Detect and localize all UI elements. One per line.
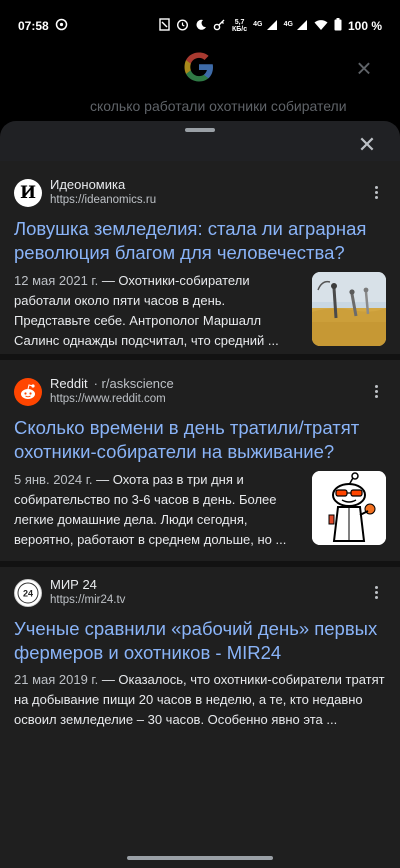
result-snippet: 12 мая 2021 г. — Охотники-собиратели раб… — [14, 271, 298, 351]
result-date: 21 мая 2019 г. — [14, 672, 99, 687]
alarm-icon — [176, 18, 189, 34]
more-options-icon[interactable] — [368, 182, 384, 202]
result-snippet: 5 янв. 2024 г. — Охота раз в три дня и с… — [14, 470, 298, 550]
ideanomics-favicon-icon: И — [14, 178, 42, 207]
results-bottom-sheet: ✕ И Идеономика https://ideanomics.ru Лов… — [0, 121, 400, 868]
source-url: https://ideanomics.ru — [50, 194, 157, 206]
result-source[interactable]: 24 МИР 24 https://mir24.tv — [14, 577, 125, 608]
close-icon[interactable]: ✕ — [355, 133, 379, 157]
gesture-navigation-bar[interactable] — [127, 856, 273, 860]
key-icon — [213, 18, 226, 34]
lte-label-2: 4G — [283, 20, 293, 28]
reddit-favicon-icon — [14, 377, 42, 406]
search-result[interactable]: 24 МИР 24 https://mir24.tv Ученые сравни… — [0, 567, 400, 868]
signal-2-icon: 4G — [284, 19, 308, 34]
more-options-icon[interactable] — [368, 582, 384, 602]
close-search-icon[interactable]: × — [352, 55, 376, 81]
result-date: 5 янв. 2024 г. — [14, 472, 93, 487]
result-date: 12 мая 2021 г. — [14, 273, 99, 288]
status-time: 07:58 — [18, 19, 49, 33]
more-options-icon[interactable] — [368, 381, 384, 401]
network-speed: 5,7 КБ/с — [232, 19, 247, 33]
signal-1-icon: 4G — [253, 19, 277, 34]
net-speed-value: 5,7 — [234, 19, 245, 26]
result-snippet: 21 мая 2019 г. — Оказалось, что охотники… — [14, 670, 386, 730]
result-source[interactable]: Reddit · r/askscience https://www.reddit.… — [14, 376, 174, 407]
source-url: https://mir24.tv — [50, 594, 126, 606]
source-name: Идеономика — [50, 177, 126, 192]
reddit-snoo-scientist-thumbnail[interactable] — [312, 471, 386, 545]
source-url: https://www.reddit.com — [50, 393, 166, 405]
result-title[interactable]: Ловушка земледелия: стала ли аграрная ре… — [14, 217, 386, 265]
result-title[interactable]: Сколько времени в день тратили/тратят ох… — [14, 416, 386, 464]
favicon-letter: 24 — [23, 588, 33, 598]
wifi-icon — [314, 19, 328, 34]
net-speed-unit: КБ/с — [232, 26, 248, 33]
mir24-favicon-icon: 24 — [14, 578, 42, 607]
battery-icon — [334, 18, 342, 34]
assistant-icon — [55, 18, 68, 34]
source-name: МИР 24 — [50, 577, 97, 592]
nfc-icon — [159, 18, 170, 34]
search-result[interactable]: Reddit · r/askscience https://www.reddit.… — [0, 360, 400, 561]
wheat-field-painting-thumbnail[interactable] — [312, 272, 386, 346]
result-title[interactable]: Ученые сравнили «рабочий день» первых фе… — [14, 617, 386, 665]
status-bar: 07:58 5,7 КБ/с 4G 4G 100 % — [0, 0, 400, 52]
search-result[interactable]: И Идеономика https://ideanomics.ru Ловуш… — [0, 161, 400, 354]
drag-handle[interactable] — [185, 128, 215, 132]
battery-percent: 100 % — [347, 19, 382, 33]
source-name: Reddit — [50, 376, 88, 391]
source-subreddit: · r/askscience — [93, 376, 174, 391]
google-logo — [182, 50, 216, 84]
do-not-disturb-moon-icon — [195, 19, 207, 34]
lte-label-1: 4G — [253, 20, 263, 28]
favicon-letter: И — [19, 182, 37, 203]
search-query-text: сколько работали охотники собиратели — [90, 98, 347, 114]
result-source[interactable]: И Идеономика https://ideanomics.ru — [14, 177, 156, 208]
